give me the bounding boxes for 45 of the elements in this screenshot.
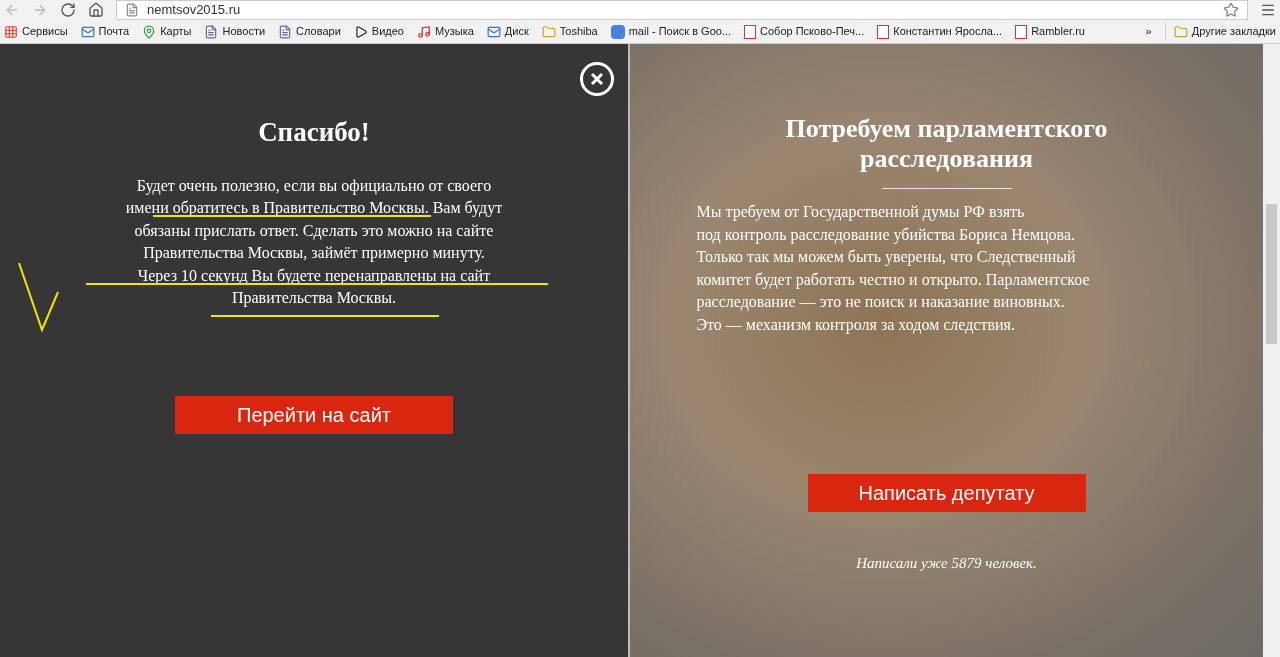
bookmark-item[interactable]: Константин Яросла... bbox=[877, 23, 1003, 40]
bookmark-item[interactable]: Собор Псково-Печ... bbox=[744, 23, 865, 40]
v-mark-drawing bbox=[18, 262, 60, 332]
menu-icon[interactable] bbox=[1260, 2, 1276, 18]
document-icon bbox=[278, 24, 293, 39]
info-paragraph: Будет очень полезно, если вы официально от своего имени обратитесь в Правительство Москвы. Вам будут обязаны прислать ответ. Сделать это можно на сайте Правительства Москвы, займёт примерно минуту. Через 10 секунд Вы будете перенаправлены на сайт Правительства Москвы. bbox=[125, 175, 503, 309]
envelope-icon bbox=[80, 24, 95, 39]
demand-paragraph: Мы требуем от Государственной думы РФ взять под контроль расследование убийства Бориса Немцова. Только так мы можем быть уверены, что Следственный комитет будет работать честно и открыто. Парламентское расследование — это не поиск и наказание виновных. Это — механизм контроля за ходом следствия. bbox=[696, 202, 1091, 336]
folder-icon bbox=[541, 24, 556, 39]
bookmark-item[interactable]: Карты bbox=[142, 23, 192, 40]
address-bar[interactable]: nemtsov2015.ru bbox=[116, 0, 1248, 20]
reload-icon[interactable] bbox=[60, 2, 76, 18]
bookmark-item[interactable]: Музыка bbox=[416, 23, 474, 40]
play-icon bbox=[353, 24, 368, 39]
bookmark-item[interactable]: Словари bbox=[278, 23, 341, 40]
bookmark-item[interactable]: Видео bbox=[353, 23, 404, 40]
close-button[interactable] bbox=[580, 62, 614, 96]
star-icon[interactable] bbox=[1223, 2, 1239, 18]
close-icon bbox=[590, 72, 604, 86]
counter-text: Написали уже 5879 человек. bbox=[856, 554, 1037, 573]
apps-grid-icon bbox=[4, 24, 18, 39]
letter-tile-icon bbox=[877, 24, 890, 39]
page-icon bbox=[125, 3, 139, 17]
letter-tile-icon bbox=[744, 24, 757, 39]
bookmark-item[interactable]: Новости bbox=[204, 23, 266, 40]
other-bookmarks-item[interactable]: Другие закладки bbox=[1164, 23, 1276, 40]
bookmark-item[interactable]: Сервисы bbox=[4, 23, 68, 40]
bookmark-item[interactable]: Toshiba bbox=[541, 23, 598, 40]
envelope-icon bbox=[486, 24, 501, 39]
folder-icon bbox=[1173, 24, 1188, 39]
music-note-icon bbox=[416, 24, 431, 39]
url-text: nemtsov2015.ru bbox=[147, 1, 241, 20]
bookmark-item[interactable]: Rambler.ru bbox=[1015, 23, 1085, 40]
panel-title: Спасибо! bbox=[258, 116, 370, 149]
letter-tile-icon bbox=[1015, 24, 1028, 39]
map-pin-icon bbox=[142, 24, 157, 39]
panel-title: Потребуем парламентского расследования bbox=[785, 114, 1108, 174]
more-bookmarks-button[interactable]: » bbox=[1145, 23, 1152, 40]
document-icon bbox=[204, 24, 219, 39]
write-deputy-button[interactable]: Написать депутату bbox=[807, 474, 1086, 512]
home-icon[interactable] bbox=[88, 2, 104, 18]
bookmark-item[interactable]: Почта bbox=[80, 23, 130, 40]
bookmark-item[interactable]: Диск bbox=[486, 23, 529, 40]
go-to-site-button[interactable]: Перейти на сайт bbox=[175, 395, 453, 434]
bookmark-item[interactable]: mail - Поиск в Goo... bbox=[610, 23, 732, 40]
